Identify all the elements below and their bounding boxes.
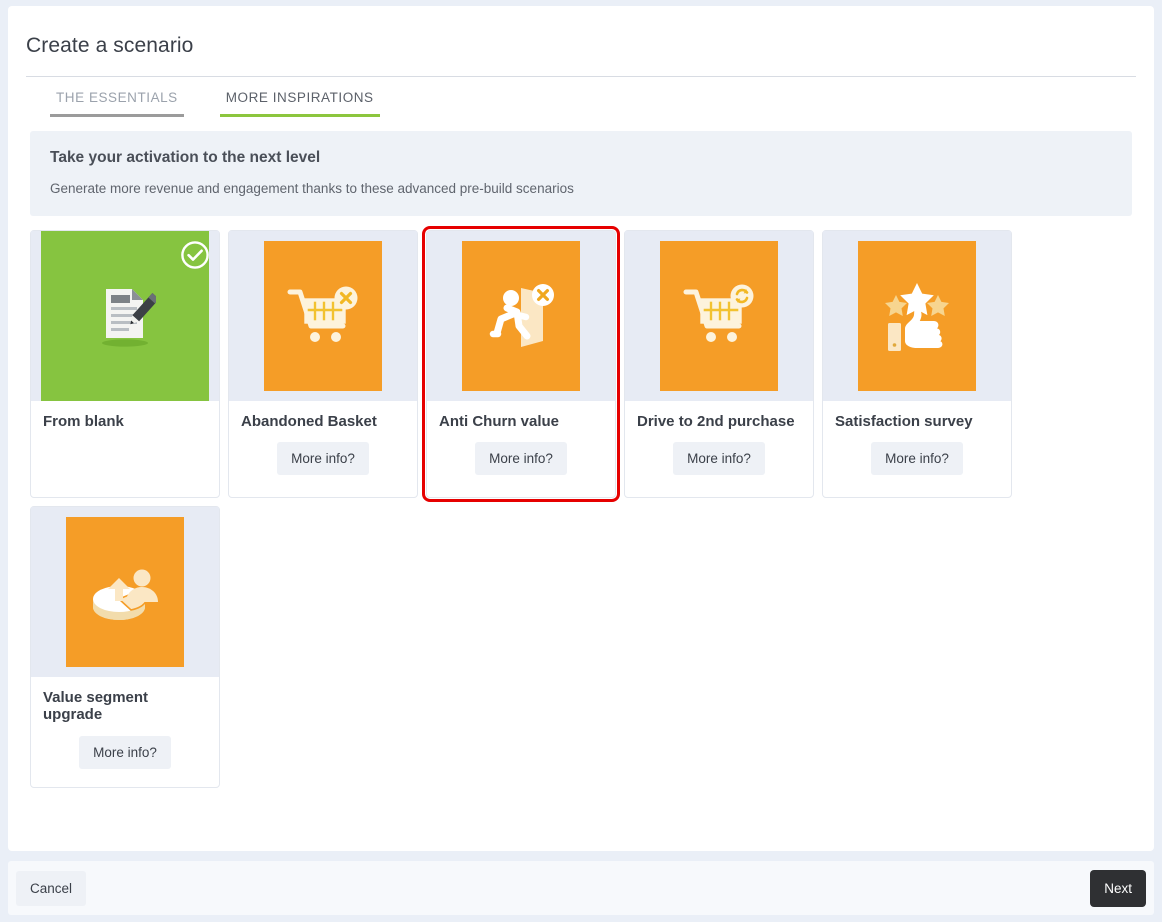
card-thumbnail-area	[31, 507, 219, 677]
scenario-card-abandoned-basket[interactable]: Abandoned Basket More info?	[228, 230, 418, 498]
more-info-button[interactable]: More info?	[871, 442, 963, 476]
thumbnail-swatch	[462, 241, 580, 391]
scenario-card-drive-to-2nd-purchase[interactable]: Drive to 2nd purchase More info?	[624, 230, 814, 498]
card-thumbnail-area	[31, 231, 219, 401]
exit-running-cancel-icon	[489, 284, 554, 347]
more-info-button[interactable]: More info?	[475, 442, 567, 476]
card-body: Anti Churn value More info?	[427, 401, 615, 497]
card-body: Abandoned Basket More info?	[229, 401, 417, 497]
thumbnail-swatch	[66, 517, 184, 667]
document-pencil-icon	[102, 289, 156, 347]
card-thumbnail-area	[229, 231, 417, 401]
create-scenario-modal: Create a scenario THE ESSENTIALS MORE IN…	[8, 6, 1154, 851]
promo-banner-title: Take your activation to the next level	[50, 149, 321, 166]
selected-check-icon	[181, 241, 209, 269]
card-body: Drive to 2nd purchase More info?	[625, 401, 813, 497]
promo-banner-subtitle: Generate more revenue and engagement tha…	[50, 181, 574, 196]
card-title: Value segment upgrade	[43, 689, 149, 724]
cart-cancel-icon	[287, 286, 358, 342]
card-title: Anti Churn value	[439, 413, 560, 430]
card-body: Value segment upgrade More info?	[31, 677, 219, 787]
card-title: Drive to 2nd purchase	[637, 413, 795, 430]
card-body: From blank	[31, 401, 219, 497]
scenario-create-page: Create a scenario THE ESSENTIALS MORE IN…	[0, 0, 1162, 922]
promo-banner: Take your activation to the next level G…	[30, 131, 1132, 216]
more-info-button[interactable]: More info?	[79, 735, 171, 769]
cancel-button[interactable]: Cancel	[16, 870, 87, 906]
more-info-button[interactable]: More info?	[277, 442, 369, 476]
tab-the-essentials[interactable]: THE ESSENTIALS	[50, 90, 184, 117]
tab-bar: THE ESSENTIALS MORE INSPIRATIONS	[8, 90, 1154, 117]
card-title: From blank	[43, 413, 124, 430]
card-thumbnail-area	[427, 231, 615, 401]
card-thumbnail-area	[625, 231, 813, 401]
card-title: Abandoned Basket	[241, 413, 377, 430]
page-title: Create a scenario	[26, 34, 194, 57]
scenario-card-value-segment-upgrade[interactable]: Value segment upgrade More info?	[30, 506, 220, 788]
thumbnail-swatch	[660, 241, 778, 391]
modal-footer: Cancel Next	[8, 861, 1154, 915]
scenario-card-satisfaction-survey[interactable]: Satisfaction survey More info?	[822, 230, 1012, 498]
scenario-card-anti-churn-value[interactable]: Anti Churn value More info?	[422, 226, 620, 502]
card-thumbnail-area	[823, 231, 1011, 401]
cart-repeat-icon	[683, 284, 754, 342]
card-body: Satisfaction survey More info?	[823, 401, 1011, 497]
title-divider	[26, 76, 1136, 77]
more-info-button[interactable]: More info?	[673, 442, 765, 476]
thumbs-up-stars-icon	[885, 283, 949, 351]
card-title: Satisfaction survey	[835, 413, 973, 430]
pie-chart-person-icon	[93, 569, 158, 620]
thumbnail-swatch	[858, 241, 976, 391]
tab-more-inspirations[interactable]: MORE INSPIRATIONS	[219, 90, 380, 117]
thumbnail-swatch	[264, 241, 382, 391]
next-button[interactable]: Next	[1090, 869, 1146, 907]
scenario-card-from-blank[interactable]: From blank	[30, 230, 220, 498]
scenario-card-grid: From blank Abandoned Basket More info? A…	[8, 216, 1154, 788]
